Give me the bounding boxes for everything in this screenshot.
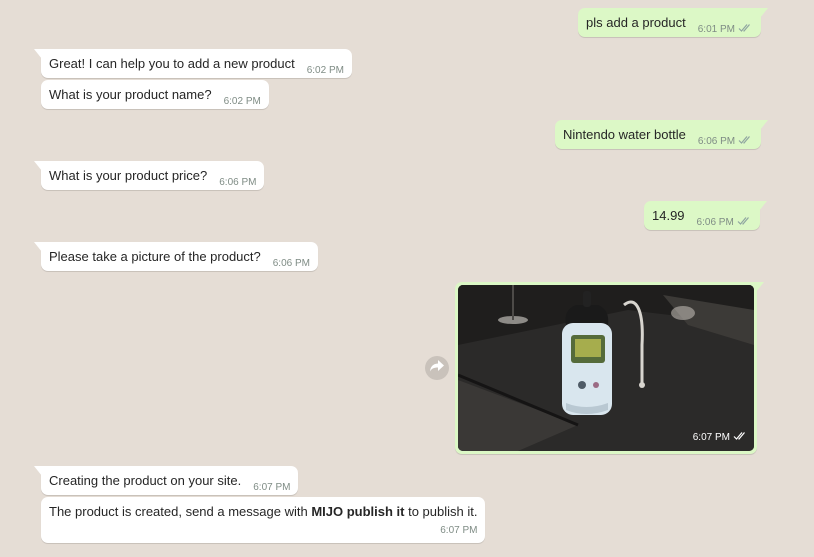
message-text: Creating the product on your site.: [49, 473, 242, 488]
double-check-icon: [737, 216, 752, 226]
incoming-message[interactable]: Great! I can help you to add a new produ…: [34, 49, 352, 78]
message-time: 6:02 PM: [223, 96, 261, 107]
message-text: pls add a product: [586, 15, 686, 30]
message-time: 6:01 PM: [697, 24, 735, 35]
message-command: MIJO publish it: [311, 504, 405, 519]
message-meta: 6:07 PM: [693, 429, 748, 446]
outgoing-message[interactable]: Nintendo water bottle 6:06 PM: [555, 120, 769, 149]
message-time: 6:02 PM: [306, 65, 344, 76]
chat-area: pls add a product 6:01 PM Great! I can he…: [0, 0, 814, 557]
incoming-message[interactable]: What is your product name? 6:02 PM: [41, 80, 269, 109]
message-time: 6:07 PM: [440, 525, 478, 536]
message-text: What is your product name?: [49, 87, 212, 102]
incoming-message[interactable]: The product is created, send a message w…: [41, 497, 486, 543]
incoming-message[interactable]: Creating the product on your site. 6:07 P…: [33, 466, 299, 495]
message-text: Great! I can help you to add a new produ…: [49, 56, 295, 71]
outgoing-message[interactable]: 14.99 6:06 PM: [644, 201, 767, 230]
forward-button[interactable]: [425, 356, 449, 380]
incoming-message[interactable]: Please take a picture of the product? 6:0…: [34, 242, 318, 271]
message-text-part: The product is created, send a message w…: [49, 504, 312, 519]
message-text: What is your product price?: [49, 168, 208, 183]
message-text: Please take a picture of the product?: [49, 249, 261, 264]
forward-arrow-icon: [429, 359, 445, 378]
outgoing-image-message[interactable]: 6:07 PM: [455, 282, 764, 454]
message-time: 6:06 PM: [696, 217, 734, 228]
message-time: 6:07 PM: [253, 482, 291, 493]
message-time: 6:06 PM: [697, 136, 736, 147]
message-text: The product is created, send a message w…: [49, 503, 477, 520]
message-text: 14.99: [652, 208, 685, 223]
message-text-part: to publish it.: [404, 504, 478, 519]
incoming-message[interactable]: What is your product price? 6:06 PM: [33, 161, 265, 190]
message-time: 6:06 PM: [272, 258, 310, 269]
message-meta: 6:06 PM: [697, 216, 752, 229]
outgoing-message[interactable]: pls add a product 6:01 PM: [578, 8, 768, 37]
message-text: Nintendo water bottle: [563, 127, 686, 142]
double-check-icon: [738, 135, 753, 145]
message-time: 6:07 PM: [692, 432, 730, 443]
double-check-icon: [733, 431, 748, 441]
message-meta: 6:06 PM: [698, 135, 753, 148]
message-time: 6:06 PM: [219, 177, 257, 188]
message-meta: 6:01 PM: [698, 23, 753, 36]
double-check-icon: [738, 23, 753, 33]
water-bottle-photo[interactable]: 6:07 PM: [458, 285, 754, 451]
